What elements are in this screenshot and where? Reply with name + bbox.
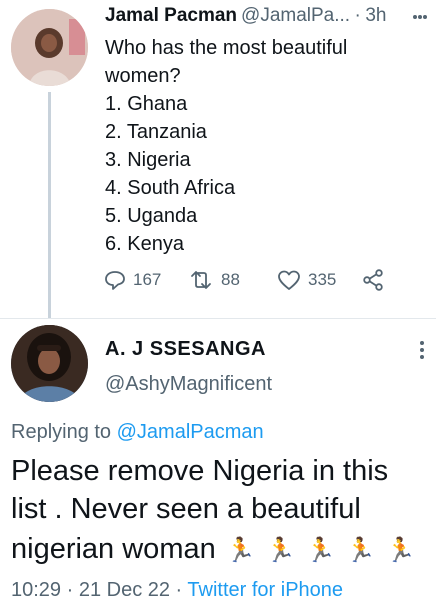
reply-icon [103, 268, 127, 292]
running-emoji: 🏃 [345, 537, 376, 564]
running-emoji: 🏃 [305, 537, 336, 564]
tweet-time[interactable]: 3h [365, 5, 386, 26]
retweet-button[interactable]: 88 [187, 266, 240, 294]
thread-connector [48, 92, 51, 318]
avatar[interactable] [11, 325, 88, 402]
share-button[interactable] [361, 266, 385, 294]
tweet-separator: · [354, 5, 361, 26]
divider [0, 318, 436, 319]
tweet-text-line: 1. Ghana [105, 93, 188, 115]
replying-to: Replying to @JamalPacman [11, 421, 264, 444]
tweet-text-line: 6. Kenya [105, 233, 184, 255]
reply-count: 167 [133, 270, 162, 289]
like-icon [276, 268, 302, 292]
tweet-text-line-with-emoji: nigerian woman 🏃 🏃 🏃 🏃 🏃 [11, 530, 416, 570]
tweet-text-line: Please remove Nigeria in this [11, 455, 389, 487]
like-count: 335 [308, 270, 337, 289]
share-icon [361, 268, 385, 292]
running-emoji: 🏃 [265, 537, 296, 564]
replying-to-label: Replying to [11, 421, 117, 443]
tweet-text-line: 4. South Africa [105, 177, 236, 199]
tweet-text-line: 2. Tanzania [105, 121, 207, 143]
author-name[interactable]: A. J SSESANGA [105, 338, 266, 361]
mention-link[interactable]: @JamalPacman [117, 421, 264, 443]
tweet-timestamp: 10:29 · 21 Dec 22 · Twitter for iPhone [11, 579, 343, 602]
timestamp-text[interactable]: 10:29 · 21 Dec 22 · [11, 579, 187, 601]
author-handle[interactable]: @JamalPa... [241, 5, 350, 26]
tweet-text-line: 3. Nigeria [105, 149, 191, 171]
parent-tweet[interactable]: Jamal Pacman @JamalPa... · 3h Who has the… [0, 0, 436, 318]
tweet-text-line: 5. Uganda [105, 205, 198, 227]
more-icon[interactable] [411, 336, 433, 364]
reply-button[interactable]: 167 [103, 266, 161, 294]
running-emoji: 🏃 [385, 537, 416, 564]
like-button[interactable]: 335 [276, 266, 336, 294]
source-link[interactable]: Twitter for iPhone [187, 579, 343, 601]
more-icon[interactable] [409, 8, 431, 36]
tweet-actions: 167 88 335 [103, 266, 403, 294]
tweet-text-line: list . Never seen a beautiful [11, 493, 361, 525]
tweet-text-line: women? [105, 65, 181, 87]
tweet-header: Jamal Pacman @JamalPa... · 3h [105, 5, 425, 33]
author-handle[interactable]: @AshyMagnificent [105, 373, 272, 396]
tweet-text-line: Who has the most beautiful [105, 37, 348, 59]
retweet-count: 88 [221, 270, 240, 289]
running-emoji: 🏃 [225, 537, 256, 564]
avatar[interactable] [11, 9, 88, 86]
author-name[interactable]: Jamal Pacman [105, 5, 237, 26]
retweet-icon [187, 268, 215, 292]
tweet-text: nigerian woman [11, 533, 216, 565]
